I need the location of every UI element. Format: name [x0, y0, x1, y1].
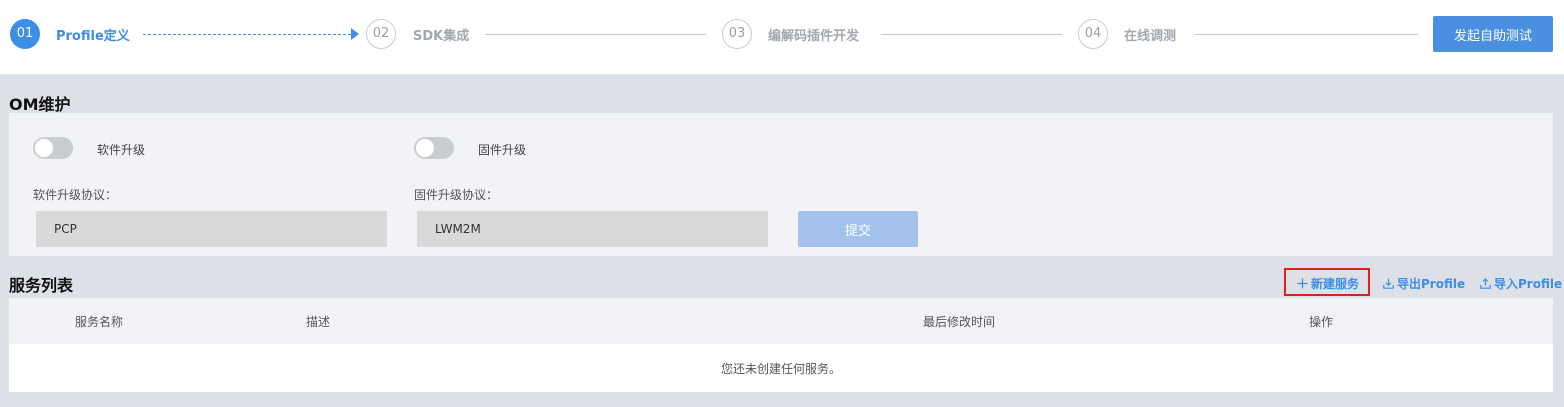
- import-profile-label: 导入Profile: [1494, 277, 1563, 291]
- submit-button[interactable]: 提交: [798, 211, 918, 247]
- column-last-modified: 最后修改时间: [923, 315, 996, 329]
- firmware-upgrade-label: 固件升级: [478, 143, 527, 157]
- step-3-number[interactable]: 03: [722, 19, 752, 49]
- plus-icon: [1297, 278, 1308, 289]
- software-upgrade-label: 软件升级: [97, 143, 146, 157]
- software-upgrade-toggle[interactable]: [33, 137, 73, 159]
- table-header: 服务名称 描述 最后修改时间 操作: [9, 298, 1553, 344]
- step-connector: [485, 34, 706, 35]
- new-service-button[interactable]: 新建服务: [1297, 275, 1359, 292]
- export-profile-button[interactable]: 导出Profile: [1383, 275, 1465, 292]
- launch-self-test-button[interactable]: 发起自助测试: [1433, 16, 1553, 52]
- step-1-number[interactable]: 01: [10, 19, 40, 49]
- download-icon: [1383, 278, 1394, 289]
- step-connector-active: [143, 34, 351, 35]
- firmware-protocol-field[interactable]: LWM2M: [417, 211, 768, 247]
- step-1-label[interactable]: Profile定义: [56, 25, 130, 44]
- step-3-label[interactable]: 编解码插件开发: [768, 25, 859, 44]
- om-panel: 软件升级 固件升级 软件升级协议： PCP 固件升级协议： LWM2M 提交: [9, 113, 1553, 256]
- step-4-label[interactable]: 在线调测: [1124, 25, 1176, 44]
- firmware-protocol-label: 固件升级协议：: [414, 188, 499, 202]
- step-4-number[interactable]: 04: [1078, 19, 1108, 49]
- table-body: 您还未创建任何服务。: [9, 344, 1553, 392]
- toggle-knob: [35, 139, 53, 157]
- toggle-knob: [416, 139, 434, 157]
- step-arrow-icon: [351, 28, 359, 40]
- import-profile-button[interactable]: 导入Profile: [1480, 275, 1562, 292]
- service-list-title: 服务列表: [9, 276, 74, 295]
- step-connector: [881, 34, 1062, 35]
- column-actions: 操作: [1309, 315, 1334, 329]
- upload-icon: [1480, 278, 1491, 289]
- firmware-upgrade-toggle[interactable]: [414, 137, 454, 159]
- service-table: 服务名称 描述 最后修改时间 操作 您还未创建任何服务。: [9, 298, 1553, 392]
- column-description: 描述: [306, 315, 331, 329]
- step-2-number[interactable]: 02: [366, 19, 396, 49]
- column-service-name: 服务名称: [75, 315, 124, 329]
- progress-stepper: 01 Profile定义 02 SDK集成 03 编解码插件开发 04 在线调测…: [0, 0, 1564, 75]
- software-protocol-field[interactable]: PCP: [36, 211, 387, 247]
- export-profile-label: 导出Profile: [1397, 277, 1466, 291]
- software-protocol-label: 软件升级协议：: [33, 188, 118, 202]
- new-service-label: 新建服务: [1311, 277, 1360, 291]
- step-2-label[interactable]: SDK集成: [413, 25, 469, 44]
- empty-state-message: 您还未创建任何服务。: [720, 362, 841, 376]
- om-section-title: OM维护: [9, 95, 71, 114]
- step-connector: [1195, 34, 1418, 35]
